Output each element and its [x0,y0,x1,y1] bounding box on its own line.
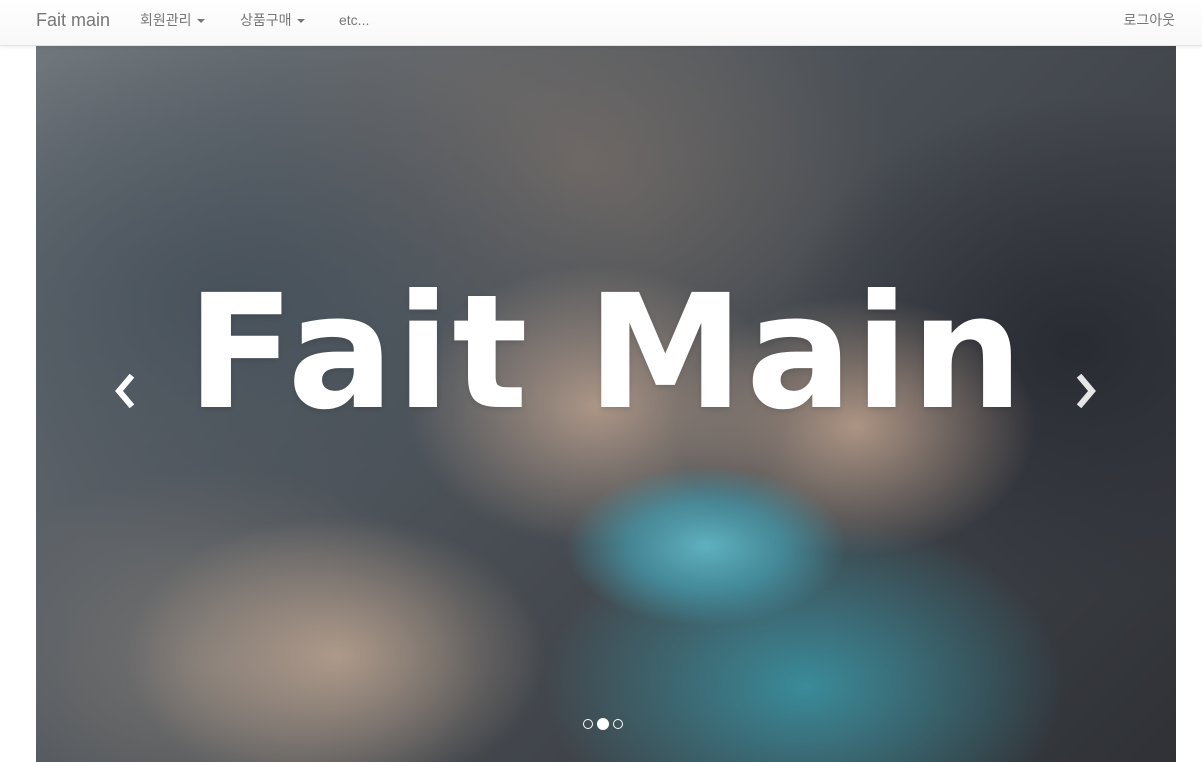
carousel-indicator[interactable] [583,719,593,729]
carousel-prev-button[interactable] [110,366,140,416]
carousel-indicator[interactable] [613,719,623,729]
caret-down-icon [296,18,305,23]
carousel-next-button[interactable] [1071,366,1101,416]
chevron-right-icon [1076,374,1096,408]
nav-dropdown-members[interactable]: 회원관리 [140,11,205,29]
caret-down-icon [196,18,205,23]
nav-etc-label: etc... [339,12,370,28]
logout-label: 로그아웃 [1123,12,1175,28]
nav-members-label: 회원관리 [140,12,192,28]
chevron-left-icon [115,374,135,408]
nav-dropdown-shop[interactable]: 상품구매 [240,11,305,29]
nav-link-etc[interactable]: etc... [339,11,369,29]
carousel-indicators [583,718,623,730]
top-navbar: Fait main 회원관리 상품구매 etc... 로그아웃 [0,0,1202,46]
hero-title: Fait Main [186,261,1026,445]
brand-link[interactable]: Fait main [36,9,110,31]
hero-carousel: Fait Main [36,46,1176,762]
nav-shop-label: 상품구매 [240,12,292,28]
logout-link[interactable]: 로그아웃 [1123,11,1175,29]
carousel-indicator-active[interactable] [597,718,609,730]
